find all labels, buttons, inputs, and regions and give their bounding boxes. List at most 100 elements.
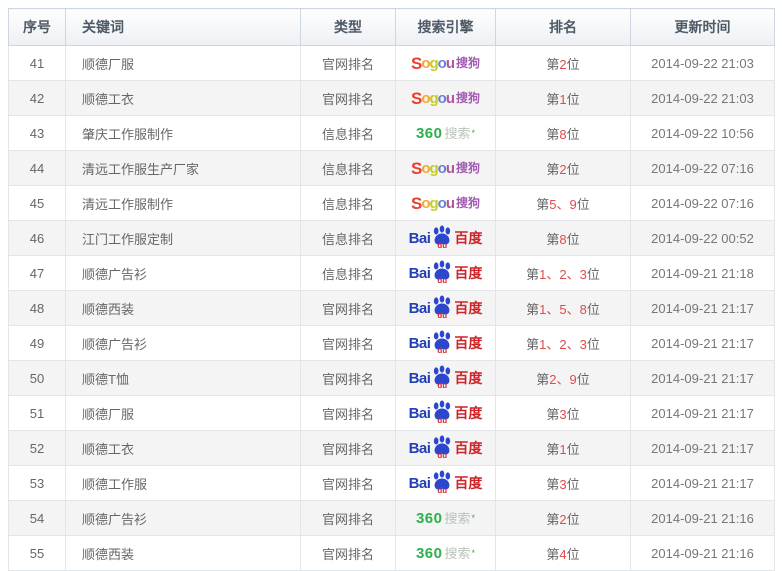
baidu-logo: Baidu百度 (409, 227, 483, 249)
table-row: 54顺德广告衫官网排名360搜索*第2位2014-09-21 21:16 (9, 501, 775, 536)
cell-type: 信息排名 (301, 186, 396, 221)
360-cn-label: 搜索 (445, 127, 471, 140)
rank-number: 8 (559, 232, 566, 247)
cell-rank: 第1、5、8位 (496, 291, 631, 326)
table-row: 42顺德工衣官网排名Sogou搜狗第1位2014-09-22 21:03 (9, 81, 775, 116)
sogou-letter: u (446, 56, 454, 71)
cell-rank: 第1位 (496, 431, 631, 466)
360-star-icon: * (472, 514, 476, 523)
rank-number: 5、9 (549, 197, 576, 212)
table-body: 41顺德厂服官网排名Sogou搜狗第2位2014-09-22 21:0342顺德… (9, 46, 775, 571)
col-header-index: 序号 (9, 9, 66, 46)
baidu-logo: Baidu百度 (409, 332, 483, 354)
cell-type: 官网排名 (301, 396, 396, 431)
sogou-letter: o (421, 196, 429, 211)
cell-index: 46 (9, 221, 66, 256)
cell-type: 官网排名 (301, 326, 396, 361)
baidu-paw-icon: du (431, 227, 453, 249)
360-search-logo: 360搜索* (416, 546, 475, 561)
col-header-keyword: 关键词 (66, 9, 301, 46)
cell-updated: 2014-09-21 21:17 (631, 431, 775, 466)
cell-keyword: 顺德工衣 (66, 81, 301, 116)
baidu-cn-label: 百度 (454, 301, 482, 315)
cell-index: 50 (9, 361, 66, 396)
cell-updated: 2014-09-21 21:17 (631, 466, 775, 501)
cell-engine: 360搜索* (396, 501, 496, 536)
table-row: 48顺德西装官网排名Baidu百度第1、5、8位2014-09-21 21:17 (9, 291, 775, 326)
cell-updated: 2014-09-22 07:16 (631, 151, 775, 186)
cell-rank: 第2位 (496, 46, 631, 81)
360-num-label: 360 (416, 511, 443, 526)
cell-type: 官网排名 (301, 431, 396, 466)
col-header-engine: 搜索引擎 (396, 9, 496, 46)
baidu-bai-label: Bai (409, 371, 431, 386)
cell-engine: Sogou搜狗 (396, 186, 496, 221)
baidu-logo: Baidu百度 (409, 437, 483, 459)
sogou-letter: g (429, 161, 437, 176)
cell-keyword: 江门工作服定制 (66, 221, 301, 256)
cell-type: 官网排名 (301, 536, 396, 571)
cell-updated: 2014-09-21 21:17 (631, 396, 775, 431)
cell-keyword: 顺德厂服 (66, 46, 301, 81)
cell-type: 信息排名 (301, 256, 396, 291)
baidu-bai-label: Bai (409, 336, 431, 351)
cell-rank: 第5、9位 (496, 186, 631, 221)
sogou-logo: Sogou搜狗 (411, 55, 480, 72)
cell-index: 43 (9, 116, 66, 151)
sogou-logo: Sogou搜狗 (411, 195, 480, 212)
cell-rank: 第2位 (496, 501, 631, 536)
cell-rank: 第3位 (496, 396, 631, 431)
baidu-cn-label: 百度 (454, 231, 482, 245)
sogou-letter: o (438, 56, 446, 71)
cell-type: 信息排名 (301, 151, 396, 186)
baidu-paw-icon: du (431, 332, 453, 354)
baidu-logo: Baidu百度 (409, 402, 483, 424)
baidu-du-label: du (437, 312, 447, 320)
page: { "colors": { "header_text": "#4e5a66", … (0, 0, 782, 569)
cell-keyword: 顺德工衣 (66, 431, 301, 466)
cell-type: 官网排名 (301, 46, 396, 81)
baidu-logo: Baidu百度 (409, 262, 483, 284)
sogou-cn-label: 搜狗 (456, 92, 480, 104)
baidu-du-label: du (437, 452, 447, 460)
baidu-du-label: du (437, 242, 447, 250)
sogou-letter: o (438, 161, 446, 176)
cell-keyword: 顺德工作服 (66, 466, 301, 501)
cell-rank: 第8位 (496, 116, 631, 151)
sogou-letter: S (411, 160, 421, 177)
table-row: 49顺德广告衫官网排名Baidu百度第1、2、3位2014-09-21 21:1… (9, 326, 775, 361)
cell-engine: Sogou搜狗 (396, 46, 496, 81)
cell-rank: 第1位 (496, 81, 631, 116)
cell-type: 官网排名 (301, 81, 396, 116)
cell-index: 55 (9, 536, 66, 571)
rank-number: 1、2、3 (539, 267, 587, 282)
cell-keyword: 清远工作服生产厂家 (66, 151, 301, 186)
360-num-label: 360 (416, 546, 443, 561)
cell-rank: 第4位 (496, 536, 631, 571)
cell-updated: 2014-09-22 07:16 (631, 186, 775, 221)
sogou-letter: S (411, 55, 421, 72)
360-star-icon: * (472, 549, 476, 558)
baidu-du-label: du (437, 487, 447, 495)
rank-number: 4 (559, 547, 566, 562)
cell-index: 44 (9, 151, 66, 186)
360-star-icon: * (472, 129, 476, 138)
cell-engine: Baidu百度 (396, 326, 496, 361)
cell-index: 48 (9, 291, 66, 326)
cell-rank: 第1、2、3位 (496, 326, 631, 361)
sogou-letter: S (411, 195, 421, 212)
cell-type: 信息排名 (301, 221, 396, 256)
cell-keyword: 顺德厂服 (66, 396, 301, 431)
baidu-cn-label: 百度 (454, 266, 482, 280)
cell-index: 51 (9, 396, 66, 431)
cell-index: 47 (9, 256, 66, 291)
col-header-type: 类型 (301, 9, 396, 46)
cell-engine: Baidu百度 (396, 256, 496, 291)
baidu-cn-label: 百度 (454, 406, 482, 420)
cell-keyword: 顺德T恤 (66, 361, 301, 396)
cell-updated: 2014-09-21 21:17 (631, 326, 775, 361)
baidu-paw-icon: du (431, 367, 453, 389)
cell-updated: 2014-09-22 21:03 (631, 46, 775, 81)
baidu-cn-label: 百度 (454, 371, 482, 385)
keyword-ranking-panel: 序号关键词类型搜索引擎排名更新时间 41顺德厂服官网排名Sogou搜狗第2位20… (8, 8, 774, 571)
